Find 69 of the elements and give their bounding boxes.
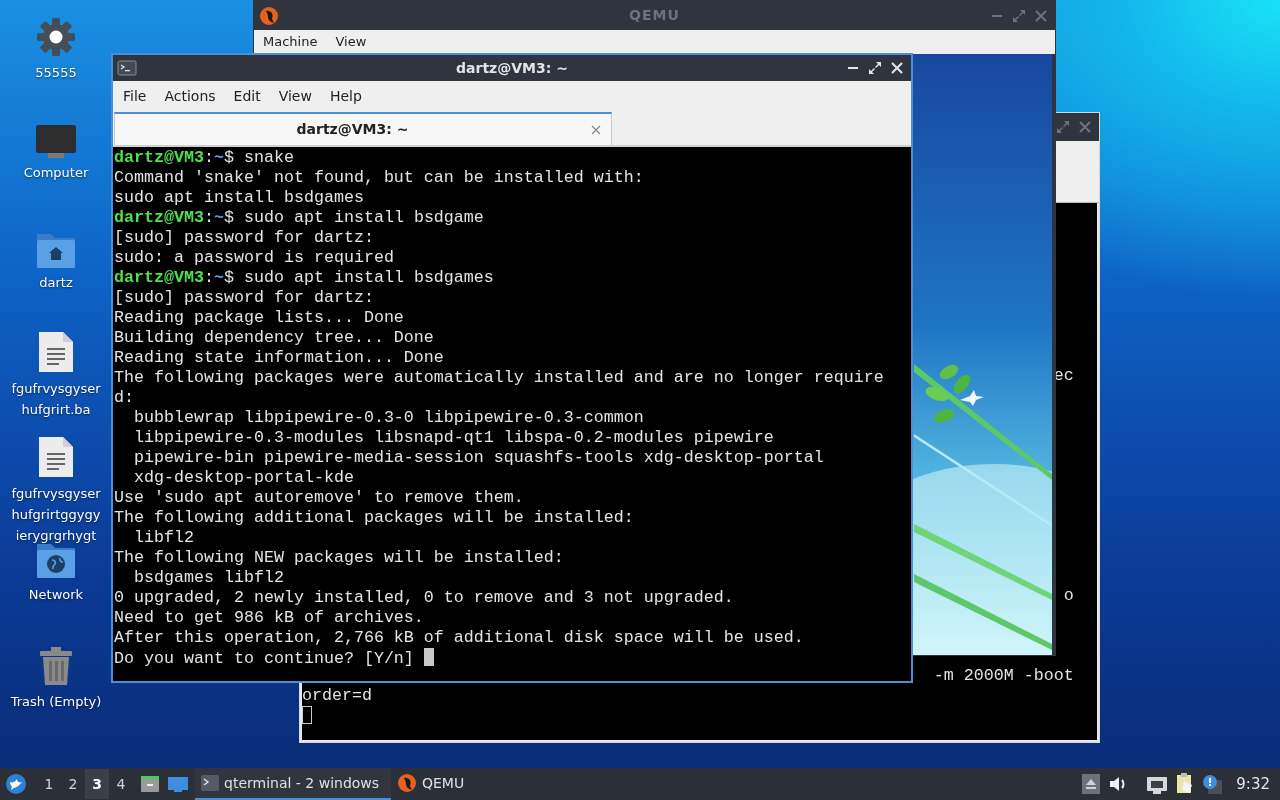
menu-item[interactable]: View — [326, 30, 376, 54]
eject-icon[interactable] — [1082, 774, 1101, 794]
menu-item[interactable]: Edit — [224, 82, 270, 110]
monitor-icon[interactable] — [34, 122, 78, 158]
icon-label: Trash (Empty) — [10, 693, 102, 711]
terminal-line: Do you want to continue? [Y/n] — [114, 648, 911, 668]
menu-item[interactable]: Machine — [254, 30, 327, 54]
window-title: dartz@VM3: ~ — [456, 59, 568, 76]
taskbar-button[interactable]: qterminal - 2 windows — [195, 768, 391, 800]
workspace-button[interactable]: 1 — [37, 769, 61, 799]
window-title: QEMU — [629, 7, 680, 23]
clock[interactable]: 9:32 — [1236, 772, 1270, 796]
terminal-line: bubblewrap libpipewire-0.3-0 libpipewire-0.3-common — [133, 408, 645, 428]
workspace-button[interactable]: 4 — [109, 769, 133, 799]
terminal-line: libfl2 — [133, 528, 195, 548]
settings-icon[interactable] — [35, 16, 77, 58]
menu-item[interactable]: Help — [320, 82, 371, 110]
terminal-line: sudo apt install bsdgames — [114, 188, 365, 208]
icon-label: 55555 — [35, 64, 77, 82]
terminal-tab[interactable]: dartz@VM3: ~ — [114, 112, 612, 145]
icon-label: fgufrvysgyser hufgrirtggygy ierygrgrhygt — [11, 485, 101, 545]
clipboard-icon[interactable] — [1176, 773, 1195, 795]
terminal-line: The following packages were automatically installed and are no longer require — [114, 368, 885, 388]
workspace-button[interactable]: 2 — [61, 769, 85, 799]
terminal-line: dartz@VM3:~$ sudo apt install bsdgames — [114, 268, 495, 288]
terminal-line: dartz@VM3:~$ sudo apt install bsdgame — [114, 208, 485, 228]
maximize-icon[interactable] — [867, 60, 883, 76]
terminal-line: sudo: a password is required — [114, 248, 395, 268]
terminal-line: pipewire-bin pipewire-media-session squashfs-tools xdg-desktop-portal — [133, 448, 825, 468]
terminal-line: Use 'sudo apt autoremove' to remove them. — [114, 488, 525, 508]
terminal-text: o — [1063, 586, 1074, 605]
menu-item[interactable]: View — [269, 82, 321, 110]
menu-item[interactable]: File — [114, 82, 156, 110]
terminal-text: -m 2000M -boot — [933, 666, 1074, 685]
workspace-button[interactable]: 3 — [85, 769, 109, 799]
terminal-line: xdg-desktop-portal-kde — [133, 468, 355, 488]
terminal-line: [sudo] password for dartz: — [114, 228, 375, 248]
terminal-line: d: — [114, 388, 135, 408]
qemu-logo-icon — [259, 5, 279, 26]
terminal-line: Building dependency tree... Done — [114, 328, 435, 348]
terminal-line: After this operation, 2,766 kB of additional disk space will be used. — [114, 628, 805, 648]
terminal-line: Reading package lists... Done — [114, 308, 405, 328]
icon-label: Network — [28, 586, 84, 604]
file-cabinet-icon[interactable] — [139, 773, 161, 795]
terminal-line: dartz@VM3:~$ snake — [114, 148, 295, 168]
terminal-line: 0 upgraded, 2 newly installed, 0 to remove and 3 not upgraded. — [114, 588, 735, 608]
notification-icon[interactable] — [1202, 774, 1223, 794]
terminal-line: order=d — [302, 686, 372, 706]
terminal-line: Need to get 986 kB of archives. — [114, 608, 425, 628]
icon-label: Computer — [23, 164, 89, 182]
terminal-line: libpipewire-0.3-modules libsnapd-qt1 libspa-0.2-modules pipewire — [133, 428, 775, 448]
icon-label: fgufrvysgyser hufgrirt.ba — [11, 380, 101, 419]
menu-item[interactable]: Actions — [155, 82, 225, 110]
icon-label: dartz — [39, 274, 73, 292]
close-icon[interactable] — [889, 60, 905, 76]
terminal-line: Command 'snake' not found, but can be installed with: — [114, 168, 645, 188]
terminal-line: The following additional packages will be installed: — [114, 508, 635, 528]
terminal-line: Reading state information... Done — [114, 348, 445, 368]
terminal-icon — [117, 59, 137, 77]
text-cursor — [302, 706, 312, 724]
terminal-icon — [201, 774, 219, 792]
terminal-line: The following NEW packages will be installed: — [114, 548, 565, 568]
taskbar-button[interactable]: QEMU — [391, 768, 471, 800]
text-cursor — [423, 648, 434, 666]
start-menu-icon[interactable] — [5, 773, 27, 795]
terminal-line: bsdgames libfl2 — [133, 568, 285, 588]
qemu-logo-icon — [397, 773, 417, 793]
network-icon[interactable] — [1146, 774, 1169, 794]
terminal-line: [sudo] password for dartz: — [114, 288, 375, 308]
